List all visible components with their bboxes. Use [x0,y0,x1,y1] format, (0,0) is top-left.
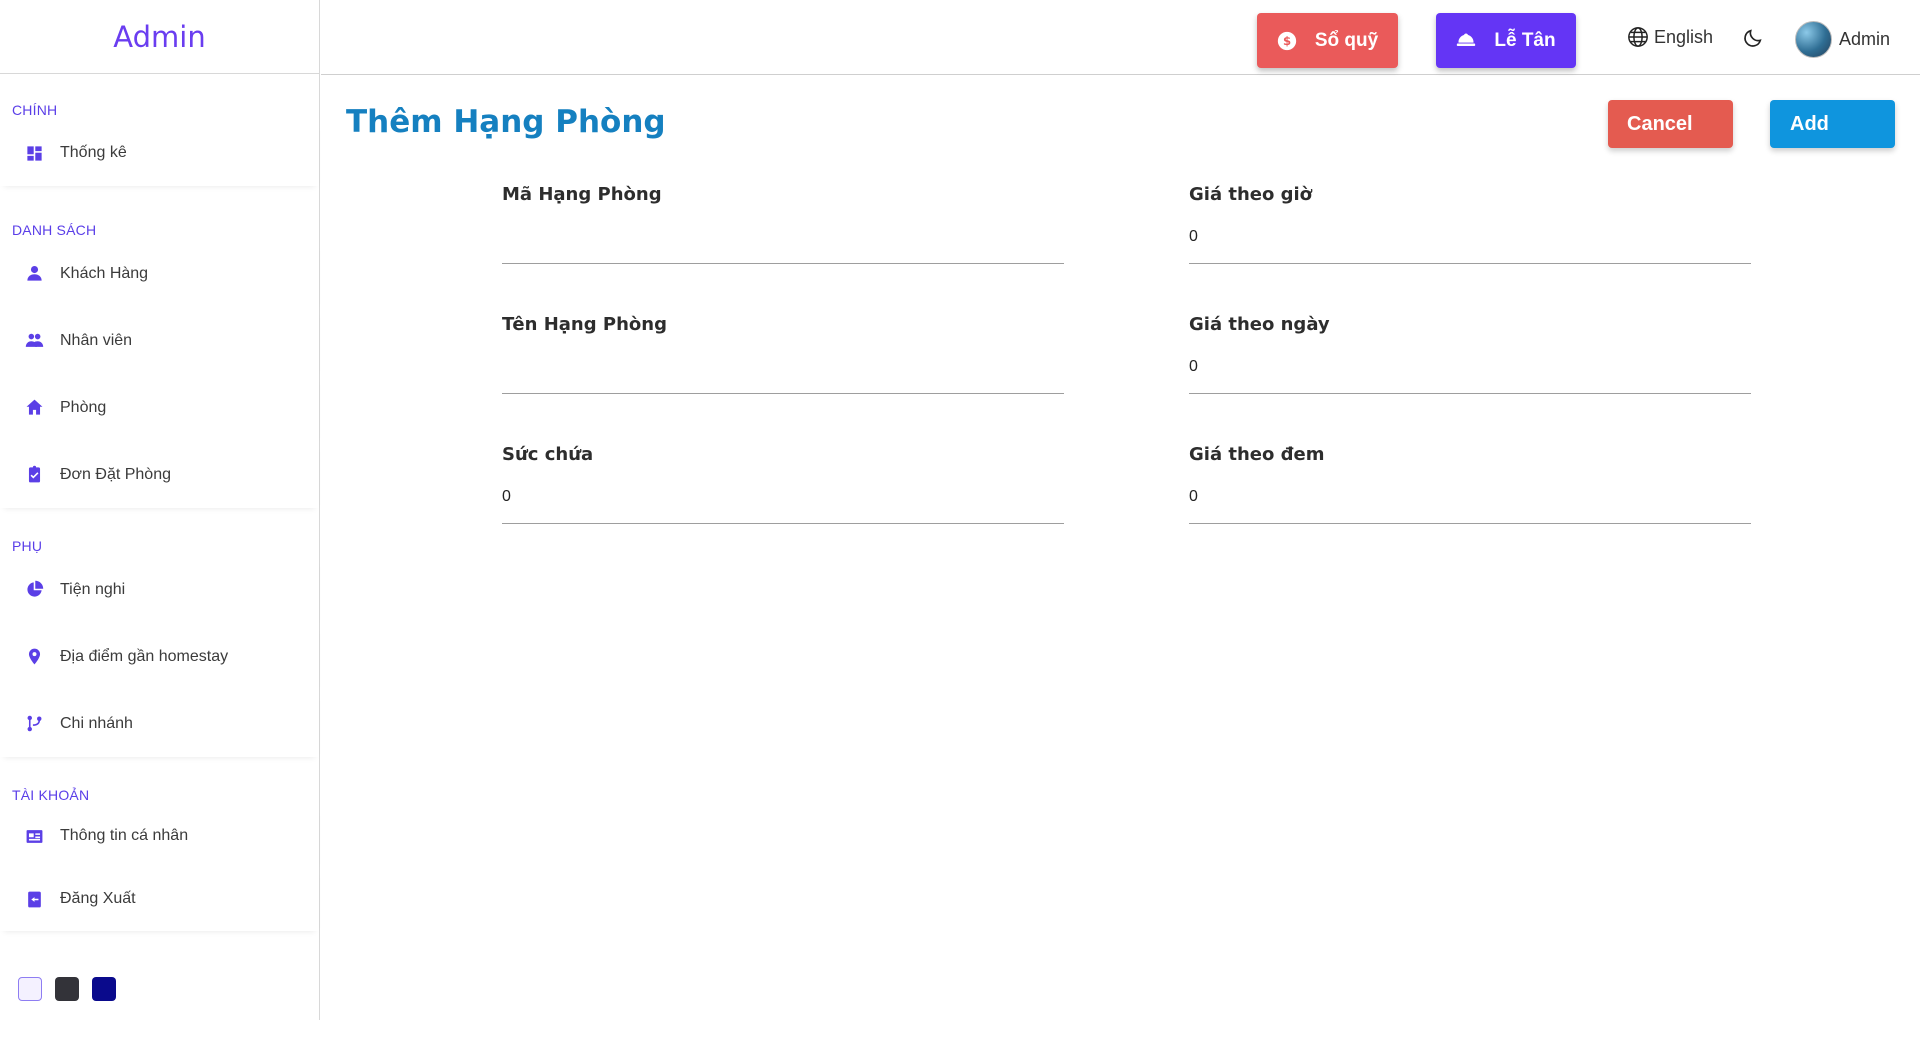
sidebar-item-phong[interactable]: Phòng [0,374,319,441]
ten-hang-phong-input[interactable] [502,354,1064,380]
sidebar-item-nhan-vien[interactable]: Nhân viên [0,307,319,374]
sidebar-item-label: Thống kê [60,144,127,161]
ten-hang-phong-label: Tên Hạng Phòng [502,314,667,335]
cancel-button[interactable]: Cancel [1608,100,1733,148]
sidebar-item-khach-hang[interactable]: Khách Hàng [0,240,319,307]
gia-theo-ngay-label: Giá theo ngày [1189,314,1330,335]
theme-switcher [18,977,116,1001]
ma-hang-phong-input[interactable] [502,224,1064,250]
brand[interactable]: Admin [0,0,319,74]
topbar: $ Sổ quỹ Lễ Tân English Admin [321,0,1920,75]
brand-title[interactable]: Admin [113,20,205,54]
sidebar-item-label: Thông tin cá nhân [60,827,189,844]
theme-dark-swatch[interactable] [55,977,79,1001]
sidebar-item-dang-xuat[interactable]: Đăng Xuất [0,867,319,931]
sidebar-item-thong-tin-ca-nhan[interactable]: Thông tin cá nhân [0,805,319,867]
sidebar-item-don-dat-phong[interactable]: Đơn Đặt Phòng [0,441,319,508]
sidebar-item-label: Đăng Xuất [60,890,136,907]
section-title-tai-khoan: TÀI KHOẢN [12,787,90,803]
pie-chart-icon [24,580,44,600]
avatar [1795,21,1832,58]
add-button[interactable]: Add [1770,100,1895,148]
ma-hang-phong-field: Mã Hạng Phòng [502,184,1064,264]
le-tan-label: Lễ Tân [1494,29,1556,51]
dashboard-icon [24,143,44,163]
language-label: English [1654,26,1714,47]
sidebar-item-label: Đơn Đặt Phòng [60,465,171,483]
globe-icon [1628,27,1648,47]
sidebar-item-label: Chi nhánh [60,714,133,732]
people-icon [24,331,44,351]
home-icon [24,398,44,418]
person-icon [24,264,44,284]
gia-theo-dem-field: Giá theo đem [1189,444,1751,524]
gia-theo-gio-field: Giá theo giờ [1189,184,1751,264]
gia-theo-gio-label: Giá theo giờ [1189,184,1313,205]
suc-chua-input[interactable] [502,484,1064,510]
dark-mode-toggle[interactable] [1742,27,1764,49]
ma-hang-phong-label: Mã Hạng Phòng [502,184,662,205]
sidebar-item-label: Phòng [60,398,107,416]
svg-text:$: $ [1283,34,1291,48]
so-quy-button[interactable]: $ Sổ quỹ [1257,13,1398,68]
user-menu[interactable]: Admin [1795,21,1890,58]
theme-light-swatch[interactable] [18,977,42,1001]
sidebar-item-label: Khách Hàng [60,264,149,282]
dollar-circle-icon: $ [1277,31,1296,50]
gia-theo-dem-label: Giá theo đem [1189,444,1325,465]
clipboard-check-icon [24,465,44,485]
sidebar: Admin CHÍNH Thống kê DANH SÁCH Khách Hàn… [0,0,320,1020]
ten-hang-phong-field: Tên Hạng Phòng [502,314,1064,394]
section-title-chinh: CHÍNH [12,102,58,118]
sidebar-item-dia-diem[interactable]: Địa điểm gần homestay [0,623,319,690]
gia-theo-gio-input[interactable] [1189,224,1751,250]
language-selector[interactable]: English [1627,26,1713,48]
id-card-icon [24,826,44,846]
section-title-danh-sach: DANH SÁCH [12,222,97,238]
gia-theo-ngay-field: Giá theo ngày [1189,314,1751,394]
user-name: Admin [1839,29,1891,49]
sidebar-item-thong-ke[interactable]: Thống kê [0,120,319,186]
section-title-phu: PHỤ [12,538,43,554]
suc-chua-field: Sức chứa [502,444,1064,524]
sidebar-item-label: Tiện nghi [60,580,126,598]
branch-icon [24,714,44,734]
suc-chua-label: Sức chứa [502,444,594,465]
gia-theo-ngay-input[interactable] [1189,354,1751,380]
so-quy-label: Sổ quỹ [1314,29,1379,51]
reception-bell-icon [1457,33,1476,46]
location-pin-icon [24,647,44,667]
page-title: Thêm Hạng Phòng [346,104,666,140]
logout-icon [24,889,44,909]
le-tan-button[interactable]: Lễ Tân [1436,13,1576,68]
moon-icon [1744,29,1762,47]
theme-navy-swatch[interactable] [92,977,116,1001]
sidebar-item-chi-nhanh[interactable]: Chi nhánh [0,690,319,757]
gia-theo-dem-input[interactable] [1189,484,1751,510]
sidebar-item-label: Nhân viên [60,331,133,349]
sidebar-item-label: Địa điểm gần homestay [60,647,229,665]
sidebar-item-tien-nghi[interactable]: Tiện nghi [0,556,319,623]
